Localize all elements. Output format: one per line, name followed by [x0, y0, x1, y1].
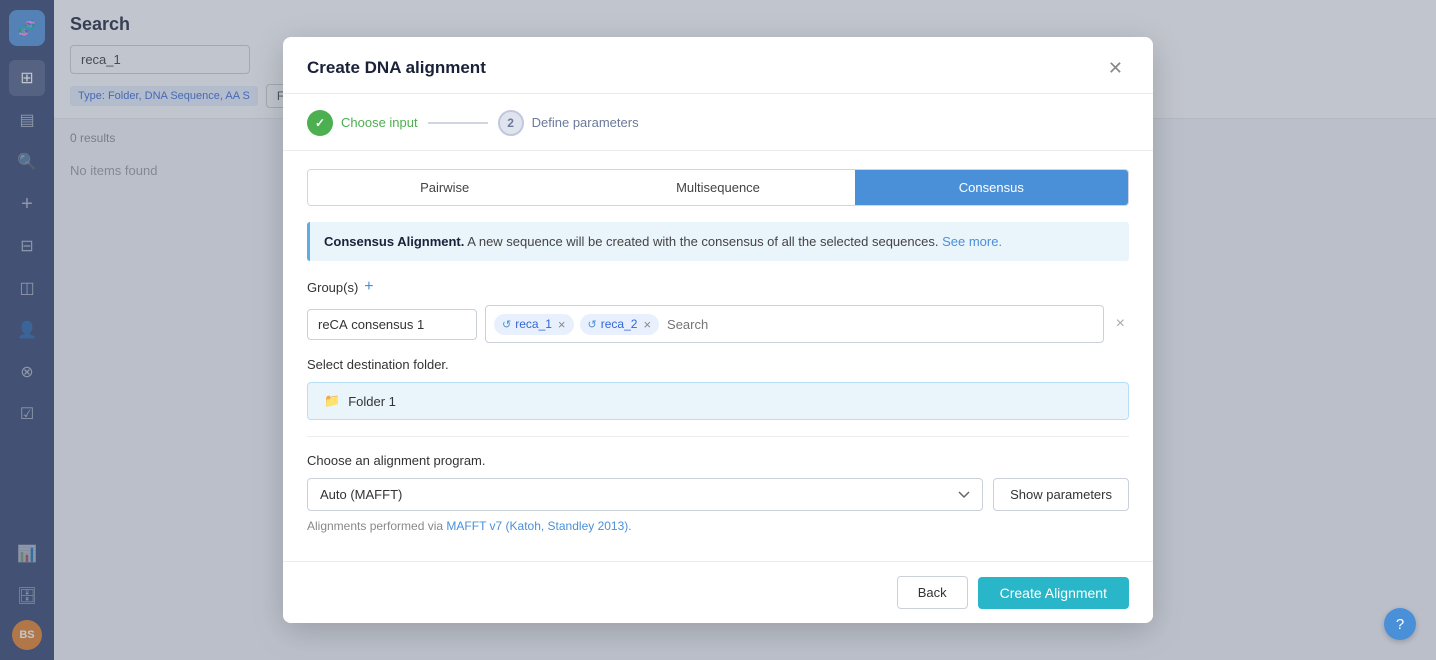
tab-pairwise[interactable]: Pairwise — [308, 170, 581, 205]
tab-multisequence[interactable]: Multisequence — [581, 170, 854, 205]
folder-icon: 📁 — [324, 393, 340, 409]
program-row: Auto (MAFFT) MAFFT Muscle ClustalW Show … — [307, 478, 1129, 511]
modal: Create DNA alignment ✕ ✓ Choose input 2 … — [283, 37, 1153, 624]
program-label: Choose an alignment program. — [307, 453, 486, 468]
info-box: Consensus Alignment. A new sequence will… — [307, 222, 1129, 262]
modal-title: Create DNA alignment — [307, 58, 486, 78]
modal-overlay: Create DNA alignment ✕ ✓ Choose input 2 … — [0, 0, 1436, 660]
step-2-label: Define parameters — [532, 115, 639, 130]
step-1-label: Choose input — [341, 115, 418, 130]
groups-section: Group(s) + ↺ reca_1 × ↺ reca_2 — [307, 279, 1129, 343]
sequences-input[interactable]: ↺ reca_1 × ↺ reca_2 × — [485, 305, 1104, 343]
destination-folder-button[interactable]: 📁 Folder 1 — [307, 382, 1129, 420]
destination-section: Select destination folder. 📁 Folder 1 — [307, 357, 1129, 420]
step-2: 2 Define parameters — [498, 110, 639, 136]
steps-bar: ✓ Choose input 2 Define parameters — [283, 94, 1153, 151]
seq-label-1: reca_1 — [515, 317, 552, 331]
show-parameters-button[interactable]: Show parameters — [993, 478, 1129, 511]
divider — [307, 436, 1129, 437]
attribution-prefix: Alignments performed via — [307, 519, 446, 533]
seq-remove-1[interactable]: × — [558, 317, 566, 332]
attribution-link[interactable]: MAFFT v7 (Katoh, Standley 2013). — [446, 519, 631, 533]
seq-remove-2[interactable]: × — [643, 317, 651, 332]
sequence-tag-reca1: ↺ reca_1 × — [494, 314, 574, 335]
dest-label: Select destination folder. — [307, 357, 449, 372]
sequence-icon-2: ↺ — [588, 318, 597, 331]
sequence-icon: ↺ — [502, 318, 511, 331]
group-row: ↺ reca_1 × ↺ reca_2 × × — [307, 305, 1129, 343]
help-button[interactable]: ? — [1384, 608, 1416, 640]
create-alignment-button[interactable]: Create Alignment — [978, 577, 1129, 609]
step-2-number: 2 — [507, 116, 514, 130]
step-1-circle: ✓ — [307, 110, 333, 136]
seq-label-2: reca_2 — [601, 317, 638, 331]
groups-label: Group(s) — [307, 280, 358, 295]
info-body: A new sequence will be created with the … — [467, 234, 938, 249]
add-group-button[interactable]: + — [364, 279, 373, 295]
modal-footer: Back Create Alignment — [283, 561, 1153, 623]
back-button[interactable]: Back — [897, 576, 968, 609]
info-link[interactable]: See more. — [942, 234, 1002, 249]
program-select[interactable]: Auto (MAFFT) MAFFT Muscle ClustalW — [307, 478, 983, 511]
step-connector — [428, 122, 488, 124]
close-button[interactable]: ✕ — [1102, 57, 1129, 79]
modal-body: Pairwise Multisequence Consensus Consens… — [283, 151, 1153, 562]
tab-consensus[interactable]: Consensus — [855, 170, 1128, 205]
group-clear-button[interactable]: × — [1112, 311, 1129, 337]
step-1: ✓ Choose input — [307, 110, 418, 136]
sequence-tag-reca2: ↺ reca_2 × — [580, 314, 660, 335]
checkmark-icon: ✓ — [315, 116, 325, 130]
step-2-circle: 2 — [498, 110, 524, 136]
modal-header: Create DNA alignment ✕ — [283, 37, 1153, 94]
program-section: Choose an alignment program. Auto (MAFFT… — [307, 453, 1129, 533]
alignment-tabs: Pairwise Multisequence Consensus — [307, 169, 1129, 206]
group-name-input[interactable] — [307, 309, 477, 340]
sequence-search-input[interactable] — [665, 315, 1095, 334]
info-title: Consensus Alignment. — [324, 234, 464, 249]
folder-name: Folder 1 — [348, 394, 396, 409]
attribution: Alignments performed via MAFFT v7 (Katoh… — [307, 519, 1129, 533]
